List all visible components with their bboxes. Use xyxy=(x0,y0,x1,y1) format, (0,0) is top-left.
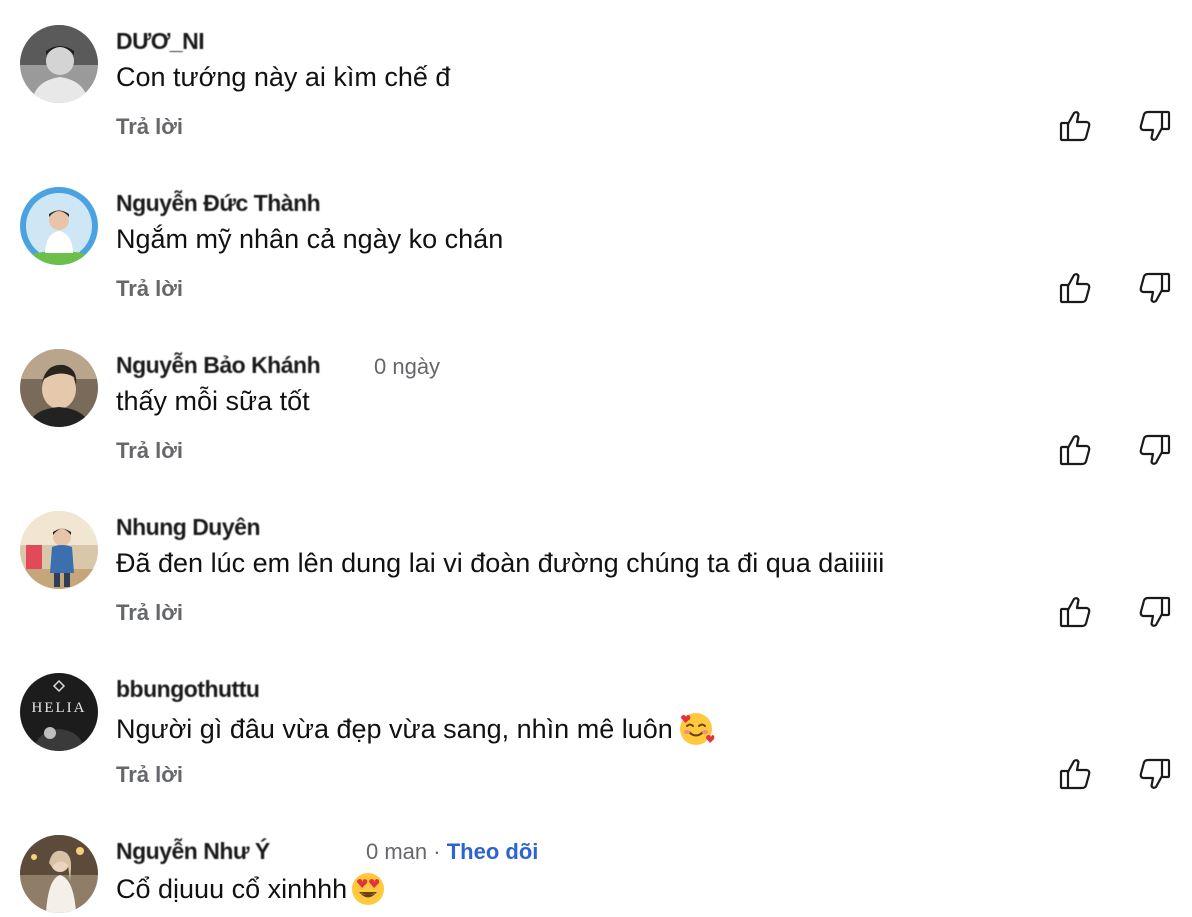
comment-text: Đã đen lúc em lên dung lai vi đoàn đường… xyxy=(116,548,884,579)
comment-item: Nguyễn Như Ý 0 man · Theo dõi Cổ dịuuu c… xyxy=(0,810,1192,917)
avatar[interactable] xyxy=(20,511,98,589)
dislike-button[interactable] xyxy=(1138,271,1172,305)
thumbs-up-icon xyxy=(1059,759,1091,790)
comment-author[interactable]: Nguyễn Như Ý xyxy=(116,838,270,865)
reply-button[interactable]: Trả lời xyxy=(116,762,183,788)
avatar-logo-text: HELIA xyxy=(32,700,87,716)
thumbs-down-icon xyxy=(1139,596,1171,627)
thumbs-down-icon xyxy=(1139,434,1171,465)
comment-text: Ngắm mỹ nhân cả ngày ko chán xyxy=(116,224,503,255)
comment-text-content: thấy mỗi sữa tốt xyxy=(116,386,310,416)
comment-text: Cổ dịuuu cổ xinhhh xyxy=(116,870,387,908)
comment-author[interactable]: DƯƠ_NI xyxy=(116,28,205,55)
thumbs-down-icon xyxy=(1139,758,1171,789)
comment-time-text: 0 man xyxy=(366,839,428,864)
comment-time-text: 0 ngày xyxy=(374,354,441,379)
thumbs-up-icon xyxy=(1059,597,1091,628)
avatar[interactable]: HELIA xyxy=(20,673,98,751)
comment-item: Nguyễn Đức Thành Ngắm mỹ nhân cả ngày ko… xyxy=(0,162,1192,324)
follow-button[interactable]: Theo dõi xyxy=(447,839,539,864)
comment-text-content: Cổ dịuuu cổ xinhhh xyxy=(116,873,348,904)
comment-item: Nhung Duyên Đã đen lúc em lên dung lai v… xyxy=(0,486,1192,648)
thumbs-up-icon xyxy=(1059,273,1091,304)
comment-author[interactable]: Nhung Duyên xyxy=(116,514,261,541)
like-button[interactable] xyxy=(1058,595,1092,629)
reply-button[interactable]: Trả lời xyxy=(116,114,183,140)
comment-item: Nguyễn Bảo Khánh 0 ngày thấy mỗi sữa tốt… xyxy=(0,324,1192,486)
reply-button[interactable]: Trả lời xyxy=(116,276,183,302)
avatar[interactable] xyxy=(20,349,98,427)
avatar[interactable] xyxy=(20,25,98,103)
thumbs-up-icon xyxy=(1059,111,1091,142)
comment-text: Con tướng này ai kìm chế đ xyxy=(116,62,450,93)
heart-eyes-emoji xyxy=(349,870,387,908)
comment-text: thấy mỗi sữa tốt xyxy=(116,386,310,417)
avatar[interactable] xyxy=(20,835,98,913)
comment-time: 0 ngày xyxy=(374,354,440,380)
comment-text-content: Người gì đâu vừa đẹp vừa sang, nhìn mê l… xyxy=(116,713,673,744)
comment-text-content: Con tướng này ai kìm chế đ xyxy=(116,62,451,92)
dislike-button[interactable] xyxy=(1138,757,1172,791)
comment-author[interactable]: bbungothuttu xyxy=(116,676,260,703)
comment-item: DƯƠ_NI Con tướng này ai kìm chế đ Trả lờ… xyxy=(0,0,1192,162)
comment-author[interactable]: Nguyễn Đức Thành xyxy=(116,190,321,217)
like-button[interactable] xyxy=(1058,109,1092,143)
reply-button[interactable]: Trả lời xyxy=(116,438,183,464)
comment-meta: 0 man · Theo dõi xyxy=(366,839,538,865)
like-button[interactable] xyxy=(1058,271,1092,305)
comment-text-content: Ngắm mỹ nhân cả ngày ko chán xyxy=(116,224,504,254)
avatar[interactable] xyxy=(20,187,98,265)
thumbs-up-icon xyxy=(1059,435,1091,466)
meta-separator: · xyxy=(433,839,441,864)
dislike-button[interactable] xyxy=(1138,595,1172,629)
comment-item: HELIA bbungothuttu Người gì đâu vừa đẹp … xyxy=(0,648,1192,810)
thumbs-down-icon xyxy=(1139,272,1171,303)
comment-author[interactable]: Nguyễn Bảo Khánh xyxy=(116,352,321,379)
like-button[interactable] xyxy=(1058,433,1092,467)
like-button[interactable] xyxy=(1058,757,1092,791)
dislike-button[interactable] xyxy=(1138,433,1172,467)
smiling-face-with-hearts-emoji xyxy=(677,710,715,748)
dislike-button[interactable] xyxy=(1138,109,1172,143)
comment-text: Người gì đâu vừa đẹp vừa sang, nhìn mê l… xyxy=(116,710,715,748)
comment-text-content: Đã đen lúc em lên dung lai vi đoàn đường… xyxy=(116,548,885,578)
thumbs-down-icon xyxy=(1139,110,1171,141)
reply-button[interactable]: Trả lời xyxy=(116,600,183,626)
